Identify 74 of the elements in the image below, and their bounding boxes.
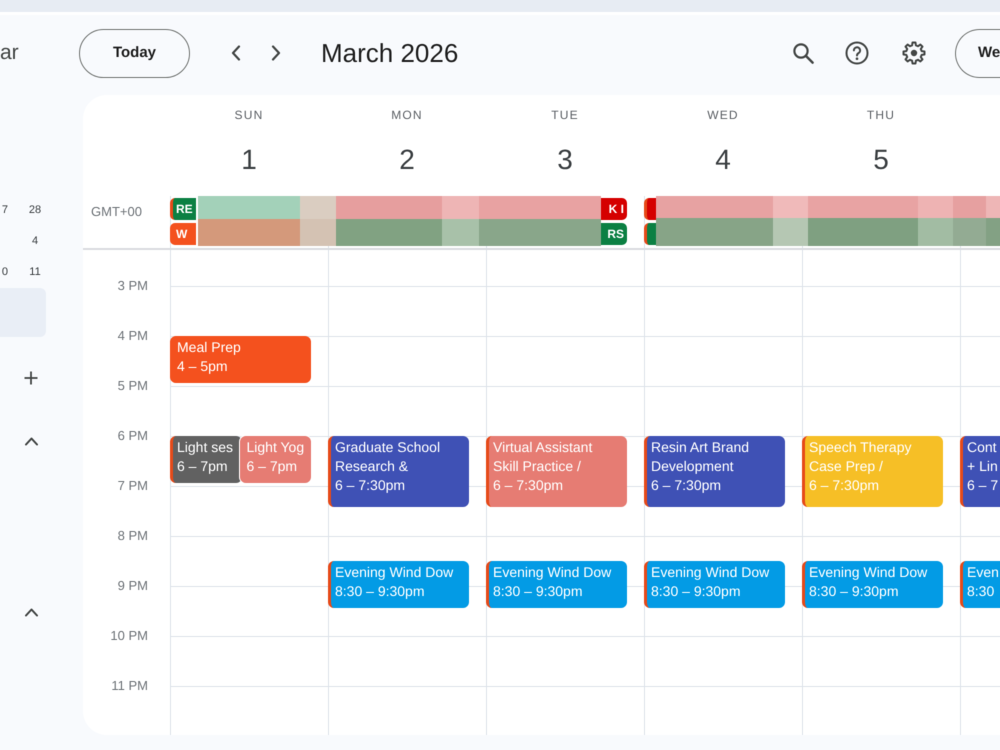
mini-calendar-day[interactable]: 28 <box>28 204 42 216</box>
view-button[interactable]: We <box>955 28 1000 78</box>
plus-icon[interactable] <box>24 371 38 385</box>
chevron-left-icon[interactable] <box>231 45 241 61</box>
time-label: 4 PM <box>118 328 148 344</box>
event-time: 8:30 – 9:30pm <box>493 582 583 601</box>
event-time: 6 – 7pm <box>246 457 298 476</box>
event-title: Virtual Assistant Skill Practice / <box>493 438 594 476</box>
time-label: 7 PM <box>118 478 148 494</box>
calendar-event[interactable]: Cont + Lin 6 – 7 <box>960 436 1000 507</box>
event-title: Meal Prep <box>177 338 241 357</box>
day-name: SUN <box>234 107 264 123</box>
event-title: Light Yog <box>246 438 304 457</box>
event-title: Evening Wind Dow <box>651 563 770 582</box>
event-title: Even <box>967 563 999 582</box>
calendar-event[interactable]: Meal Prep 4 – 5pm <box>170 336 311 383</box>
timezone-label: GMT+00 <box>91 204 142 219</box>
day-name: THU <box>866 107 896 123</box>
settings-icon[interactable] <box>902 41 926 65</box>
event-time: 4 – 5pm <box>177 357 228 376</box>
event-title: Resin Art Brand Development <box>651 438 750 476</box>
all-day-event[interactable] <box>644 223 656 245</box>
all-day-event[interactable]: RE <box>170 198 196 220</box>
all-day-event[interactable]: W <box>170 223 196 245</box>
time-label: 9 PM <box>118 578 148 594</box>
event-time: 6 – 7:30pm <box>493 476 564 495</box>
chevron-up-icon[interactable] <box>25 608 38 617</box>
event-time: 6 – 7:30pm <box>809 476 880 495</box>
day-number[interactable]: 5 <box>873 140 889 180</box>
mini-calendar-day[interactable]: 4 <box>32 235 38 248</box>
chevron-right-icon[interactable] <box>271 45 281 61</box>
event-time: 8:30 – 9:30pm <box>809 582 899 601</box>
mini-calendar-day[interactable]: 7 <box>2 204 8 216</box>
day-number[interactable]: 3 <box>557 140 573 180</box>
day-name: TUE <box>551 107 579 123</box>
mini-calendar-day[interactable]: 0 <box>2 266 8 278</box>
day-number[interactable]: 4 <box>715 140 731 180</box>
event-time: 8:30 <box>967 582 994 601</box>
event-time: 8:30 – 9:30pm <box>335 582 425 601</box>
month-title: March 2026 <box>321 37 458 70</box>
all-day-event[interactable] <box>644 198 656 220</box>
event-time: 6 – 7:30pm <box>651 476 722 495</box>
all-day-event[interactable]: K I <box>601 198 627 220</box>
time-label: 3 PM <box>118 278 148 294</box>
event-time: 6 – 7 <box>967 476 998 495</box>
mini-calendar-day[interactable]: 11 <box>29 266 41 278</box>
time-label: 5 PM <box>118 378 148 394</box>
chevron-up-icon[interactable] <box>25 437 38 446</box>
day-name: WED <box>707 107 739 123</box>
day-number[interactable]: 1 <box>241 140 257 180</box>
event-time: 8:30 – 9:30pm <box>651 582 741 601</box>
today-button[interactable]: Today <box>79 28 190 78</box>
event-title: Evening Wind Dow <box>809 563 928 582</box>
time-label: 6 PM <box>118 428 148 444</box>
event-title: Graduate School Research & <box>335 438 442 476</box>
event-title: Cont + Lin <box>967 438 999 476</box>
day-name: MON <box>391 107 423 123</box>
time-label: 10 PM <box>110 628 148 644</box>
event-time: 6 – 7pm <box>177 457 228 476</box>
time-label: 8 PM <box>118 528 148 544</box>
event-time: 6 – 7:30pm <box>335 476 406 495</box>
time-label: 11 PM <box>111 678 148 694</box>
event-title: Light ses <box>177 438 234 457</box>
help-icon[interactable] <box>845 41 869 65</box>
calendar-event[interactable]: Light ses 6 – 7pm <box>170 436 242 483</box>
app-title: ar <box>0 41 19 64</box>
event-title: Speech Therapy Case Prep / <box>809 438 912 476</box>
search-icon[interactable] <box>792 42 814 64</box>
all-day-event[interactable]: RS <box>601 223 627 245</box>
day-number[interactable]: 2 <box>399 140 415 180</box>
event-title: Evening Wind Dow <box>335 563 454 582</box>
event-title: Evening Wind Dow <box>493 563 612 582</box>
calendar-event[interactable]: Graduate School Research & 6 – 7:30pm <box>328 436 469 507</box>
calendar-event[interactable]: Resin Art Brand Development 6 – 7:30pm <box>644 436 785 507</box>
